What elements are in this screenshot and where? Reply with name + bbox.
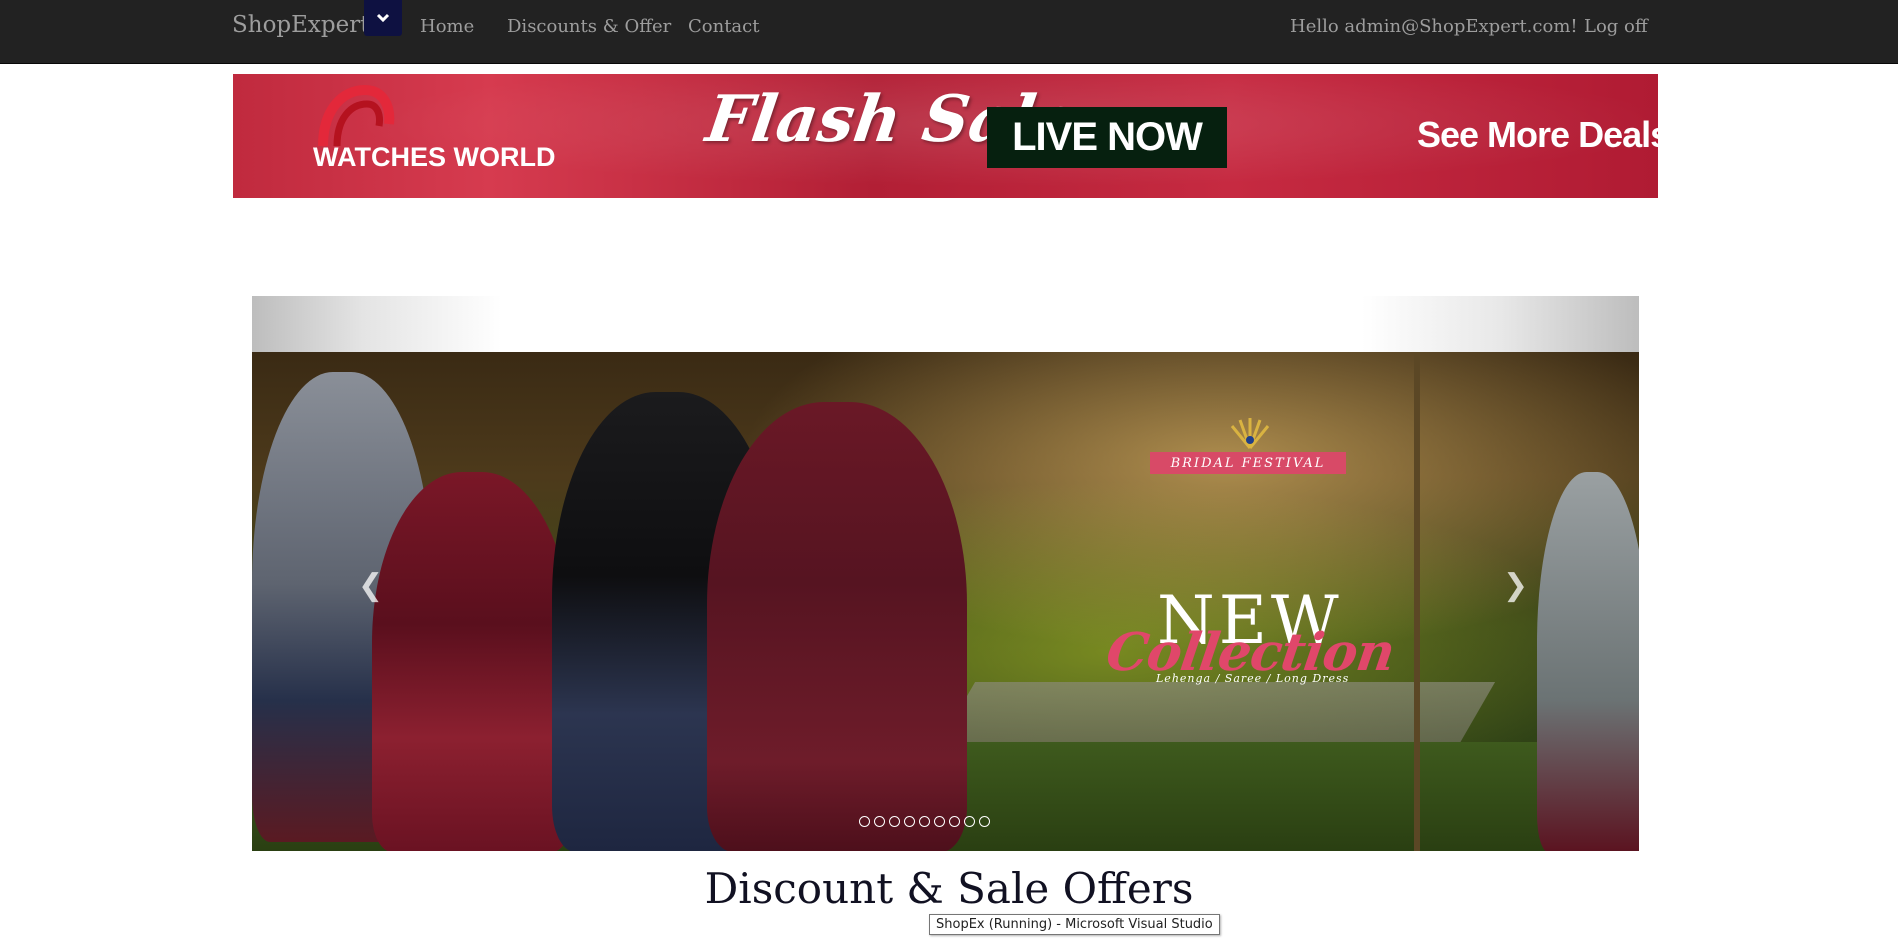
brand-link[interactable]: ShopExpert bbox=[232, 12, 369, 38]
logoff-link[interactable]: Log off bbox=[1584, 16, 1648, 37]
nav-link-contact[interactable]: Contact bbox=[688, 16, 759, 37]
chevron-right-icon: ❯ bbox=[1503, 568, 1529, 603]
carousel-indicator[interactable] bbox=[964, 816, 975, 827]
taskbar-tooltip: ShopEx (Running) - Microsoft Visual Stud… bbox=[929, 914, 1220, 935]
slide-frame-divider bbox=[1414, 352, 1420, 851]
carousel-slide: BRIDAL FESTIVAL NEW Collection Lehenga /… bbox=[252, 352, 1639, 851]
see-more-deals-link[interactable]: See More Deals ›› bbox=[1417, 114, 1658, 156]
carousel-indicator[interactable] bbox=[889, 816, 900, 827]
user-greeting-link[interactable]: Hello admin@ShopExpert.com! bbox=[1290, 16, 1578, 37]
bridal-festival-tag: BRIDAL FESTIVAL bbox=[1150, 452, 1346, 474]
carousel-indicator[interactable] bbox=[979, 816, 990, 827]
chevron-down-icon bbox=[376, 13, 390, 23]
carousel-indicator[interactable] bbox=[919, 816, 930, 827]
nav-link-discounts[interactable]: Discounts & Offer bbox=[507, 16, 671, 37]
chevron-left-icon: ❮ bbox=[358, 568, 384, 603]
carousel-indicators bbox=[859, 816, 990, 827]
carousel-indicator[interactable] bbox=[859, 816, 870, 827]
hero-carousel: BRIDAL FESTIVAL NEW Collection Lehenga /… bbox=[252, 296, 1639, 851]
live-now-badge: LIVE NOW bbox=[987, 107, 1227, 168]
model-figure bbox=[1537, 472, 1639, 851]
slide-caption: Lehenga / Saree / Long Dress bbox=[1156, 672, 1350, 685]
banner-brand: WATCHES WORLD bbox=[313, 142, 556, 172]
dropdown-toggle-button[interactable] bbox=[364, 0, 402, 36]
section-heading: Discount & Sale Offers bbox=[704, 864, 1194, 913]
top-navbar: ShopExpert Home Discounts & Offer Contac… bbox=[0, 0, 1898, 64]
model-figure bbox=[707, 402, 967, 851]
carousel-next-button[interactable]: ❯ bbox=[1503, 568, 1528, 603]
carousel-indicator[interactable] bbox=[874, 816, 885, 827]
carousel-prev-button[interactable]: ❮ bbox=[358, 568, 383, 603]
carousel-indicator[interactable] bbox=[904, 816, 915, 827]
flash-sale-banner[interactable]: WATCHES WORLD Flash Sale LIVE NOW See Mo… bbox=[233, 74, 1658, 198]
carousel-top-fade bbox=[252, 296, 1639, 352]
carousel-indicator[interactable] bbox=[934, 816, 945, 827]
peacock-logo-icon bbox=[1230, 418, 1270, 449]
nav-link-home[interactable]: Home bbox=[420, 16, 474, 37]
carousel-indicator[interactable] bbox=[949, 816, 960, 827]
model-figure bbox=[372, 472, 572, 851]
